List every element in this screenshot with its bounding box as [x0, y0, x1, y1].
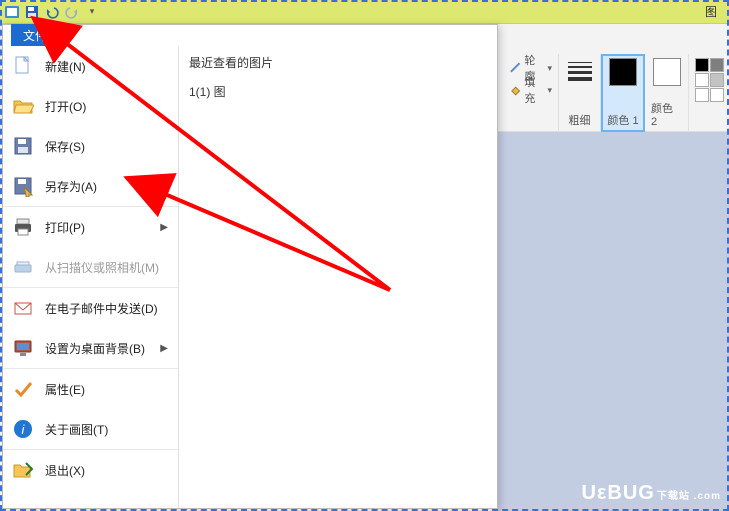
menu-save-as[interactable]: 另存为(A) ▶ [3, 166, 178, 206]
submenu-arrow-icon: ▶ [160, 343, 168, 354]
qat-dropdown-icon[interactable]: ▾ [84, 4, 100, 20]
menu-print-label: 打印(P) [45, 219, 85, 236]
menu-open-label: 打开(O) [45, 98, 86, 115]
menu-email-label: 在电子邮件中发送(D) [45, 300, 158, 317]
watermark-main: UεBUG [581, 482, 654, 505]
menu-open[interactable]: 打开(O) [3, 86, 178, 126]
menu-save[interactable]: 保存(S) [3, 126, 178, 166]
ribbon-groups: 轮廓 ▾ 填充 ▾ 粗细 颜色 1 [503, 24, 729, 132]
redo-icon[interactable] [64, 4, 80, 20]
menu-scanner: 从扫描仪或照相机(M) [3, 247, 178, 287]
menu-scanner-label: 从扫描仪或照相机(M) [45, 259, 159, 276]
canvas-area[interactable] [498, 132, 729, 511]
chevron-down-icon: ▾ [547, 85, 552, 96]
file-menu-list: 新建(N) 打开(O) 保存(S) 另存为(A) ▶ 打印(P) ▶ 从扫描仪或… [3, 46, 178, 508]
info-icon: i [11, 417, 35, 441]
ribbon-color1[interactable]: 颜色 1 [601, 54, 645, 132]
checkmark-icon [11, 377, 35, 401]
recent-files-panel: 最近查看的图片 1(1) 图 [178, 46, 497, 508]
app-icon [4, 4, 20, 20]
thickness-icon [568, 58, 592, 81]
save-icon[interactable] [24, 4, 40, 20]
ribbon-palette [689, 54, 729, 132]
color1-swatch [609, 58, 637, 86]
menu-save-label: 保存(S) [45, 138, 85, 155]
ribbon-group-shapes: 轮廓 ▾ 填充 ▾ [503, 54, 559, 132]
title-bar: ▾ 图 [0, 0, 729, 24]
menu-wallpaper[interactable]: 设置为桌面背景(B) ▶ [3, 328, 178, 368]
open-folder-icon [11, 94, 35, 118]
fill-label: 填充 [524, 74, 545, 106]
menu-about[interactable]: i 关于画图(T) [3, 409, 178, 449]
recent-heading: 最近查看的图片 [189, 54, 487, 71]
menu-exit-label: 退出(X) [45, 462, 85, 479]
ribbon-group-thickness[interactable]: 粗细 [559, 54, 601, 132]
scanner-icon [11, 255, 35, 279]
menu-about-label: 关于画图(T) [45, 421, 108, 438]
thickness-label: 粗细 [569, 112, 591, 128]
desktop-icon [11, 336, 35, 360]
undo-icon[interactable] [44, 4, 60, 20]
fill-dropdown[interactable]: 填充 ▾ [509, 80, 552, 100]
color2-label: 颜色 2 [651, 100, 682, 128]
menu-new[interactable]: 新建(N) [3, 46, 178, 86]
save-as-icon [11, 174, 35, 198]
submenu-arrow-icon: ▶ [160, 181, 168, 192]
recent-file-item[interactable]: 1(1) 图 [189, 79, 487, 104]
submenu-arrow-icon: ▶ [160, 222, 168, 233]
save-disk-icon [11, 134, 35, 158]
color1-label: 颜色 1 [607, 112, 638, 128]
color2-swatch [653, 58, 681, 86]
printer-icon [11, 215, 35, 239]
menu-properties[interactable]: 属性(E) [3, 369, 178, 409]
menu-save-as-label: 另存为(A) [45, 178, 97, 195]
menu-email[interactable]: 在电子邮件中发送(D) [3, 288, 178, 328]
menu-print[interactable]: 打印(P) ▶ [3, 207, 178, 247]
file-menu: 文件 新建(N) 打开(O) 保存(S) 另存为(A) ▶ 打印(P) ▶ 从扫… [2, 24, 498, 509]
menu-exit[interactable]: 退出(X) [3, 450, 178, 490]
chevron-down-icon: ▾ [547, 63, 552, 74]
window-title: 图 [705, 3, 725, 20]
exit-icon [11, 458, 35, 482]
menu-new-label: 新建(N) [45, 58, 86, 75]
menu-wallpaper-label: 设置为桌面背景(B) [45, 340, 145, 357]
email-icon [11, 296, 35, 320]
new-file-icon [11, 54, 35, 78]
watermark-sub: 下载站 .com [657, 487, 721, 502]
color-palette[interactable] [695, 58, 724, 102]
watermark: UεBUG 下载站 .com [581, 482, 721, 505]
menu-properties-label: 属性(E) [45, 381, 85, 398]
ribbon-color2[interactable]: 颜色 2 [645, 54, 689, 132]
file-tab[interactable]: 文件 [11, 24, 59, 46]
